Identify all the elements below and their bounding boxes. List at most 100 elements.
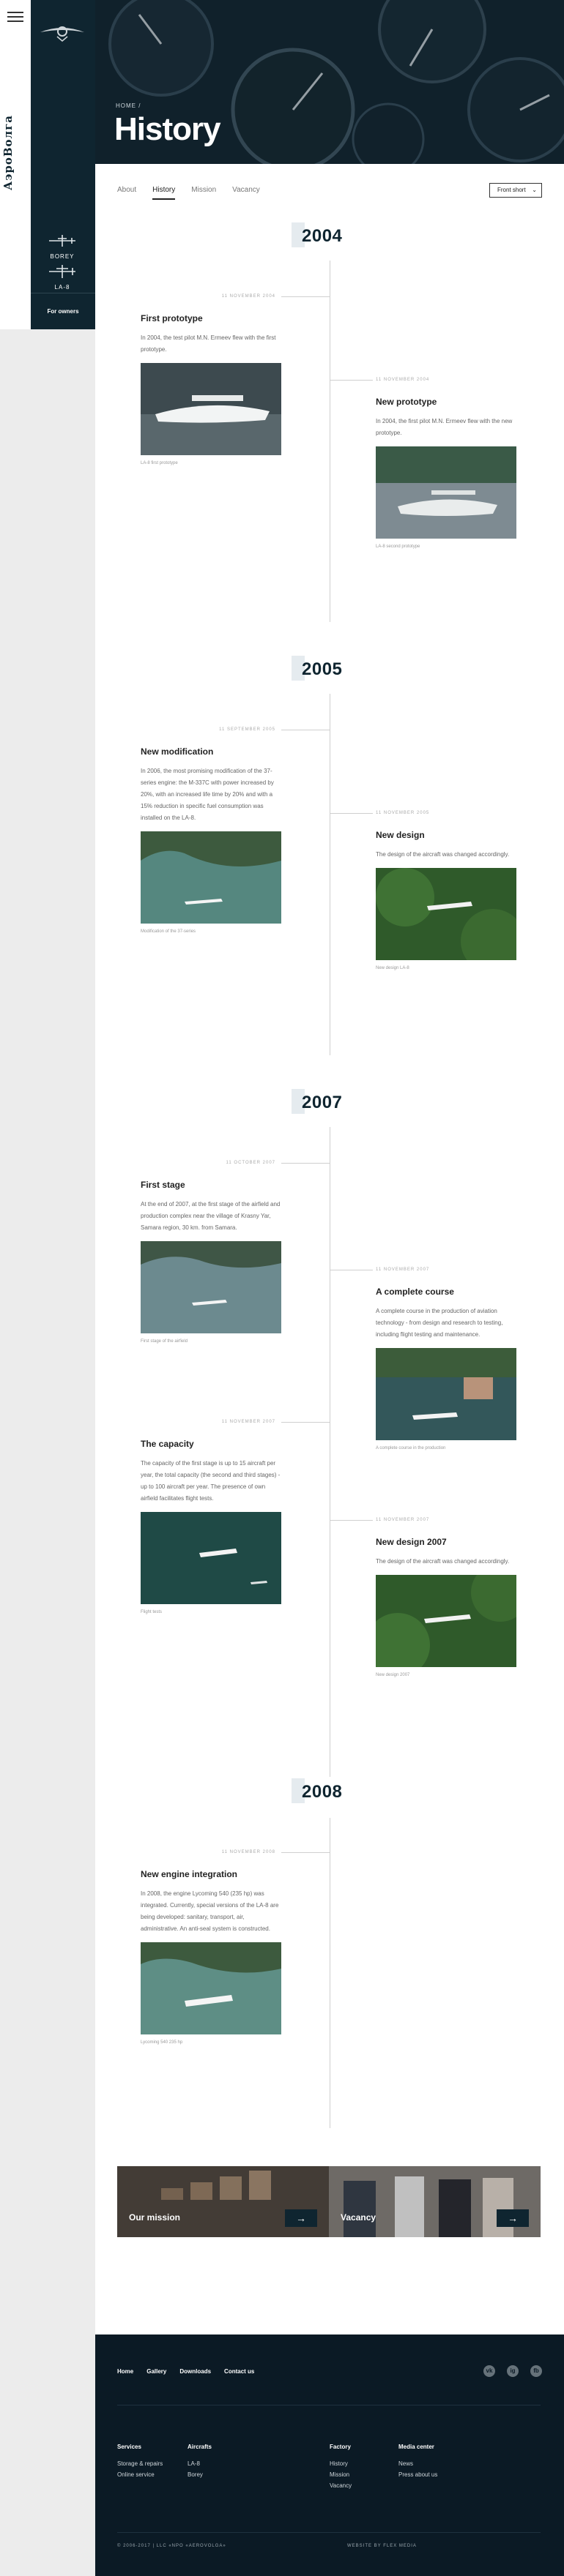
timeline-event: 11 NOVEMBER 2007 A complete course A com…	[330, 1268, 516, 1450]
event-date: 11 OCTOBER 2007	[226, 1161, 275, 1165]
plane-label: LA-8	[54, 284, 70, 291]
event-photo[interactable]	[376, 446, 516, 539]
timeline-event: 11 NOVEMBER 2004 First prototype In 2004…	[141, 294, 330, 465]
event-caption: New design 2007	[376, 1673, 410, 1677]
event-photo[interactable]	[141, 1512, 281, 1604]
instagram-icon[interactable]: ig	[507, 2365, 519, 2377]
timeline-event: 11 NOVEMBER 2005 New design The design o…	[330, 811, 516, 970]
footer-column-title: Media center	[398, 2444, 434, 2450]
event-photo[interactable]	[376, 1575, 516, 1667]
related-pages: Our mission → Vacancy →	[117, 2166, 541, 2237]
event-title: New engine integration	[141, 1869, 238, 1879]
event-title: First stage	[141, 1180, 185, 1190]
event-photo[interactable]	[141, 1942, 281, 2034]
event-title: New modification	[141, 746, 214, 757]
arrow-right-icon[interactable]: →	[285, 2209, 317, 2227]
event-photo[interactable]	[141, 363, 281, 455]
year-heading: 2008	[292, 1778, 369, 1803]
event-photo[interactable]	[141, 1241, 281, 1333]
footer-column-services: Services Storage & repairs Online servic…	[117, 2441, 163, 2480]
event-photo[interactable]	[141, 831, 281, 924]
timeline-event: 11 NOVEMBER 2008 New engine integration …	[141, 1850, 330, 2045]
tab-about[interactable]: About	[117, 186, 136, 200]
event-caption: LA-8 first prototype	[141, 461, 178, 465]
facebook-icon[interactable]: fb	[530, 2365, 542, 2377]
event-photo[interactable]	[376, 868, 516, 960]
event-caption: Modification of the 37-series	[141, 929, 196, 934]
event-title: First prototype	[141, 313, 203, 323]
event-text: In 2004, the test pilot M.N. Ermeev flew…	[141, 334, 276, 353]
chevron-down-icon: ⌄	[532, 187, 537, 193]
footer-link[interactable]: News	[398, 2458, 437, 2469]
year-heading: 2005	[292, 656, 369, 681]
event-text: The design of the aircraft was changed a…	[376, 1558, 510, 1565]
event-date: 11 NOVEMBER 2005	[376, 811, 430, 815]
copyright: © 2006-2017 | LLC «NPO «AEROVOLGA»	[117, 2544, 226, 2548]
footer-link-downloads[interactable]: Downloads	[179, 2368, 211, 2375]
footer-link-gallery[interactable]: Gallery	[146, 2368, 166, 2375]
event-caption: A complete course in the production	[376, 1446, 446, 1450]
footer-column-media: Media center News Press about us	[398, 2441, 437, 2480]
timeline-event: 11 SEPTEMBER 2005 New modification In 20…	[141, 727, 330, 934]
event-title: New prototype	[376, 397, 437, 407]
sidebar: АэроВолга BOREY LA-8 For owners	[0, 0, 95, 329]
event-date: 11 NOVEMBER 2007	[376, 1268, 430, 1272]
event-caption: LA-8 second prototype	[376, 544, 420, 549]
footer: Home Gallery Downloads Contact us vk ig …	[95, 2334, 564, 2576]
event-caption: New design LA-8	[376, 966, 409, 970]
footer-link[interactable]: Vacancy	[330, 2480, 352, 2491]
event-text: In 2006, the most promising modification…	[141, 768, 274, 821]
tab-history[interactable]: History	[152, 186, 176, 200]
timeline-connector	[281, 1852, 330, 1853]
brand-wordmark: АэроВолга	[1, 114, 15, 190]
plane-borey-icon	[49, 235, 75, 247]
arrow-right-icon[interactable]: →	[497, 2209, 529, 2227]
footer-link[interactable]: Press about us	[398, 2469, 437, 2480]
menu-icon[interactable]	[7, 12, 23, 25]
year-heading: 2004	[292, 222, 369, 247]
social-links: vk ig fb	[483, 2365, 542, 2377]
tab-mission[interactable]: Mission	[191, 186, 216, 200]
event-date: 11 SEPTEMBER 2005	[219, 727, 275, 732]
event-date: 11 NOVEMBER 2004	[221, 294, 275, 299]
event-date: 11 NOVEMBER 2007	[376, 1518, 430, 1522]
footer-link-home[interactable]: Home	[117, 2368, 133, 2375]
breadcrumb[interactable]: HOME /	[116, 102, 141, 109]
mission-card[interactable]: Our mission →	[117, 2166, 329, 2237]
sort-label: Front short	[497, 187, 526, 193]
footer-link-contact[interactable]: Contact us	[224, 2368, 254, 2375]
event-text: In 2008, the engine Lycoming 540 (235 hp…	[141, 1890, 279, 1932]
aerovolga-logo[interactable]	[37, 19, 88, 44]
event-text: A complete course in the production of a…	[376, 1308, 503, 1338]
timeline-event: 11 NOVEMBER 2007 The capacity The capaci…	[141, 1420, 330, 1614]
footer-link[interactable]: History	[330, 2458, 352, 2469]
event-title: A complete course	[376, 1287, 454, 1297]
plane-link-borey[interactable]: BOREY	[44, 233, 81, 260]
footer-nav: Home Gallery Downloads Contact us	[117, 2368, 254, 2375]
mission-card-label: Our mission	[129, 2212, 181, 2223]
timeline-connector	[330, 380, 373, 381]
event-caption: First stage of the airfield	[141, 1339, 188, 1344]
developer-credit[interactable]: WEBSITE BY FLEX MEDIA	[347, 2544, 417, 2548]
plane-link-la8[interactable]: LA-8	[44, 263, 81, 291]
plane-la8-icon	[49, 265, 75, 278]
event-caption: Flight tests	[141, 1610, 163, 1614]
footer-link[interactable]: Mission	[330, 2469, 352, 2480]
timeline-connector	[281, 1422, 330, 1423]
vacancy-card[interactable]: Vacancy →	[329, 2166, 541, 2237]
timeline-connector	[281, 1163, 330, 1164]
footer-link[interactable]: LA-8	[188, 2458, 212, 2469]
footer-link[interactable]: Online service	[117, 2469, 163, 2480]
footer-column-aircrafts: Aircrafts LA-8 Borey	[188, 2441, 212, 2480]
footer-column-title: Factory	[330, 2444, 351, 2450]
footer-link[interactable]: Borey	[188, 2469, 212, 2480]
event-text: The design of the aircraft was changed a…	[376, 851, 510, 858]
footer-link[interactable]: Storage & repairs	[117, 2458, 163, 2469]
sort-select[interactable]: Front short ⌄	[489, 183, 542, 198]
event-photo[interactable]	[376, 1348, 516, 1440]
vk-icon[interactable]: vk	[483, 2365, 495, 2377]
tab-vacancy[interactable]: Vacancy	[232, 186, 260, 200]
footer-column-factory: Factory History Mission Vacancy	[330, 2441, 352, 2491]
for-owners-link[interactable]: For owners	[31, 293, 95, 329]
event-text: In 2004, the first pilot M.N. Ermeev fle…	[376, 418, 513, 436]
